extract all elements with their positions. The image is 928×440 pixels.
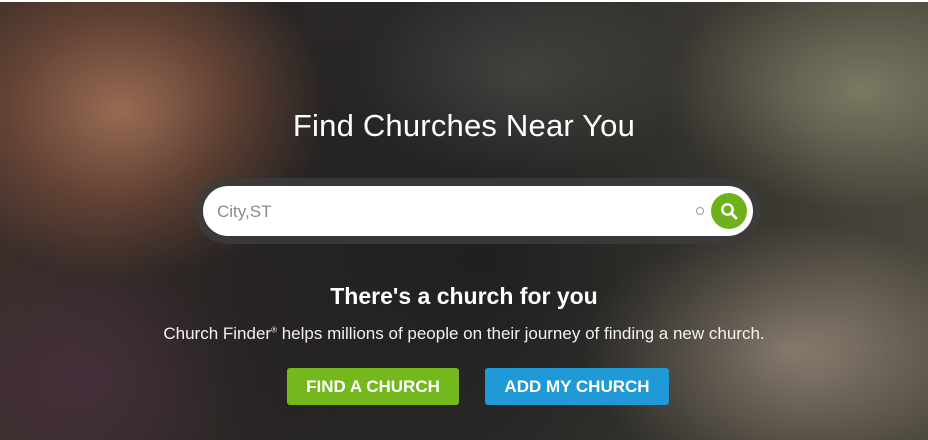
search-button[interactable] [711, 193, 747, 229]
location-icon[interactable] [696, 207, 704, 215]
brand-name: Church Finder [163, 324, 272, 343]
description: Church Finder® helps millions of people … [0, 324, 928, 344]
search-icon [721, 203, 738, 220]
search-bar [195, 178, 761, 244]
description-text: helps millions of people on their journe… [277, 324, 765, 343]
find-a-church-button[interactable]: FIND A CHURCH [287, 368, 459, 405]
add-my-church-button[interactable]: ADD MY CHURCH [485, 368, 669, 405]
hero-section: Find Churches Near You There's a church … [0, 0, 928, 440]
location-search-input[interactable] [215, 186, 689, 238]
tagline: There's a church for you [330, 283, 598, 309]
search-box [203, 186, 753, 238]
page-title: Find Churches Near You [292, 108, 636, 143]
